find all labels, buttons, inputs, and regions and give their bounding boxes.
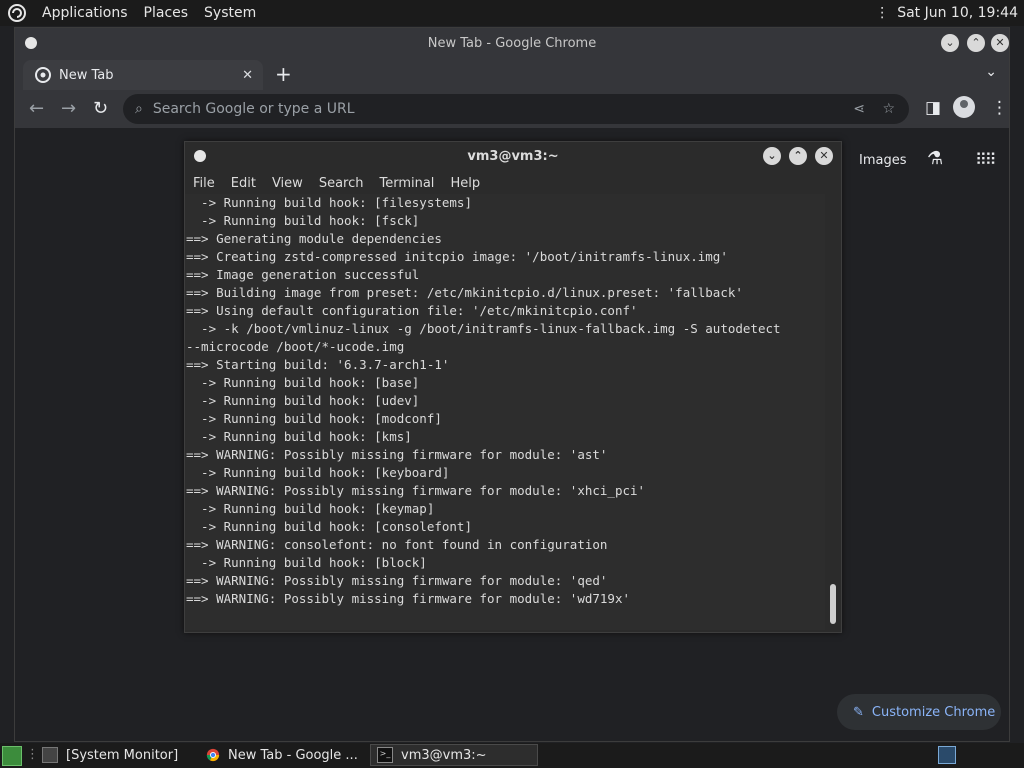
places-menu[interactable]: Places <box>136 5 197 21</box>
reload-icon[interactable]: ↻ <box>93 98 108 119</box>
terminal-minimize-icon[interactable]: ⌄ <box>763 147 781 165</box>
pencil-icon: ✎ <box>853 704 864 720</box>
chrome-titlebar[interactable]: New Tab - Google Chrome ⌄ ⌃ ✕ <box>15 28 1009 58</box>
share-icon[interactable]: ⋖ <box>853 101 865 117</box>
terminal-close-icon[interactable]: ✕ <box>815 147 833 165</box>
terminal-scrollbar[interactable] <box>827 194 839 630</box>
terminal-line: -> Running build hook: [base] <box>186 375 420 390</box>
chrome-task-icon <box>206 748 220 762</box>
terminal-line: -> -k /boot/vmlinuz-linux -g /boot/initr… <box>186 321 781 336</box>
omnibox-placeholder[interactable]: Search Google or type a URL <box>153 101 355 117</box>
labs-flask-icon[interactable]: ⚗ <box>927 148 943 169</box>
task-system-monitor[interactable]: [System Monitor] <box>36 744 196 766</box>
bottom-panel: ⋮ [System Monitor] New Tab - Google ... … <box>0 743 1024 768</box>
task-terminal[interactable]: >_ vm3@vm3:~ <box>370 744 538 766</box>
terminal-line: ==> Starting build: '6.3.7-arch1-1' <box>186 357 450 372</box>
terminal-line: ==> WARNING: Possibly missing firmware f… <box>186 591 631 606</box>
terminal-scrollbar-thumb[interactable] <box>830 584 836 624</box>
terminal-line: ==> WARNING: Possibly missing firmware f… <box>186 447 608 462</box>
task-label: vm3@vm3:~ <box>401 747 487 763</box>
terminal-line: ==> Building image from preset: /etc/mki… <box>186 285 743 300</box>
terminal-titlebar[interactable]: vm3@vm3:~ ⌄ ⌃ ✕ <box>185 142 841 170</box>
terminal-line: -> Running build hook: [kms] <box>186 429 412 444</box>
terminal-task-icon: >_ <box>377 747 393 763</box>
terminal-title: vm3@vm3:~ <box>467 148 559 164</box>
panel-kebab-icon[interactable]: ⋮ <box>875 5 889 21</box>
window-menu-dot-icon[interactable] <box>25 37 37 49</box>
tab-search-chevron-icon[interactable]: ⌄ <box>985 64 997 80</box>
terminal-menu-search[interactable]: Search <box>311 176 372 191</box>
chrome-favicon-icon <box>35 67 51 83</box>
terminal-menu-help[interactable]: Help <box>442 176 488 191</box>
terminal-window-menu-dot-icon[interactable] <box>194 150 206 162</box>
task-chrome[interactable]: New Tab - Google ... <box>200 744 366 766</box>
back-arrow-icon[interactable]: ← <box>29 98 44 119</box>
images-link[interactable]: Images <box>859 153 907 168</box>
google-apps-grid-icon[interactable]: ⠿⠿ <box>975 150 996 169</box>
terminal-line: ==> Creating zstd-compressed initcpio im… <box>186 249 728 264</box>
terminal-line: --microcode /boot/*-ucode.img <box>186 339 405 354</box>
terminal-line: -> Running build hook: [modconf] <box>186 411 442 426</box>
minimize-icon[interactable]: ⌄ <box>941 34 959 52</box>
system-monitor-icon <box>42 747 58 763</box>
terminal-line: -> Running build hook: [udev] <box>186 393 420 408</box>
task-label: [System Monitor] <box>66 747 179 763</box>
terminal-line: ==> Image generation successful <box>186 267 420 282</box>
tab-new-tab[interactable]: New Tab ✕ <box>23 60 263 90</box>
terminal-line: -> Running build hook: [keymap] <box>186 501 435 516</box>
omnibox[interactable]: ⌕ Search Google or type a URL ⋖ ☆ <box>123 94 909 124</box>
customize-chrome-label: Customize Chrome <box>871 704 996 720</box>
top-panel: Applications Places System ⋮ Sat Jun 10,… <box>0 0 1024 26</box>
terminal-line: -> Running build hook: [fsck] <box>186 213 420 228</box>
terminal-menubar: File Edit View Search Terminal Help <box>185 172 841 194</box>
terminal-line: -> Running build hook: [keyboard] <box>186 465 450 480</box>
terminal-line: -> Running build hook: [consolefont] <box>186 519 472 534</box>
forward-arrow-icon[interactable]: → <box>61 98 76 119</box>
tab-title: New Tab <box>59 67 114 83</box>
customize-chrome-button[interactable]: ✎ Customize Chrome <box>837 694 1001 730</box>
terminal-menu-view[interactable]: View <box>264 176 311 191</box>
distro-logo-icon[interactable] <box>7 3 27 23</box>
bookmark-star-icon[interactable]: ☆ <box>882 101 895 117</box>
applications-menu[interactable]: Applications <box>34 5 136 21</box>
chrome-menu-kebab-icon[interactable]: ⋮ <box>991 98 1008 118</box>
terminal-line: -> Running build hook: [filesystems] <box>186 195 472 210</box>
close-icon[interactable]: ✕ <box>991 34 1009 52</box>
terminal-line: ==> Using default configuration file: '/… <box>186 303 638 318</box>
terminal-line: ==> Generating module dependencies <box>186 231 442 246</box>
terminal-menu-edit[interactable]: Edit <box>223 176 264 191</box>
chrome-window-title: New Tab - Google Chrome <box>427 35 597 51</box>
toolbar: ← → ↻ ⌕ Search Google or type a URL ⋖ ☆ … <box>15 90 1009 128</box>
terminal-line: ==> WARNING: Possibly missing firmware f… <box>186 573 608 588</box>
terminal-maximize-icon[interactable]: ⌃ <box>789 147 807 165</box>
search-icon: ⌕ <box>135 101 143 117</box>
new-tab-plus-icon[interactable]: + <box>275 62 292 86</box>
clock[interactable]: Sat Jun 10, 19:44 <box>897 5 1018 21</box>
terminal-window: vm3@vm3:~ ⌄ ⌃ ✕ File Edit View Search Te… <box>184 141 842 633</box>
maximize-icon[interactable]: ⌃ <box>967 34 985 52</box>
terminal-line: ==> WARNING: consolefont: no font found … <box>186 537 608 552</box>
workspace-switcher-icon[interactable] <box>938 746 956 764</box>
tab-strip: New Tab ✕ + ⌄ <box>15 58 1009 90</box>
terminal-line: ==> WARNING: Possibly missing firmware f… <box>186 483 646 498</box>
terminal-output[interactable]: -> Running build hook: [filesystems] -> … <box>185 194 825 630</box>
terminal-menu-terminal[interactable]: Terminal <box>371 176 442 191</box>
terminal-menu-file[interactable]: File <box>185 176 223 191</box>
show-desktop-icon[interactable] <box>2 746 22 766</box>
task-label: New Tab - Google ... <box>228 747 358 763</box>
tab-close-icon[interactable]: ✕ <box>242 68 253 83</box>
terminal-line: -> Running build hook: [block] <box>186 555 427 570</box>
profile-avatar-icon[interactable] <box>953 96 975 118</box>
system-menu[interactable]: System <box>196 5 264 21</box>
side-panel-icon[interactable]: ◨ <box>925 98 941 118</box>
